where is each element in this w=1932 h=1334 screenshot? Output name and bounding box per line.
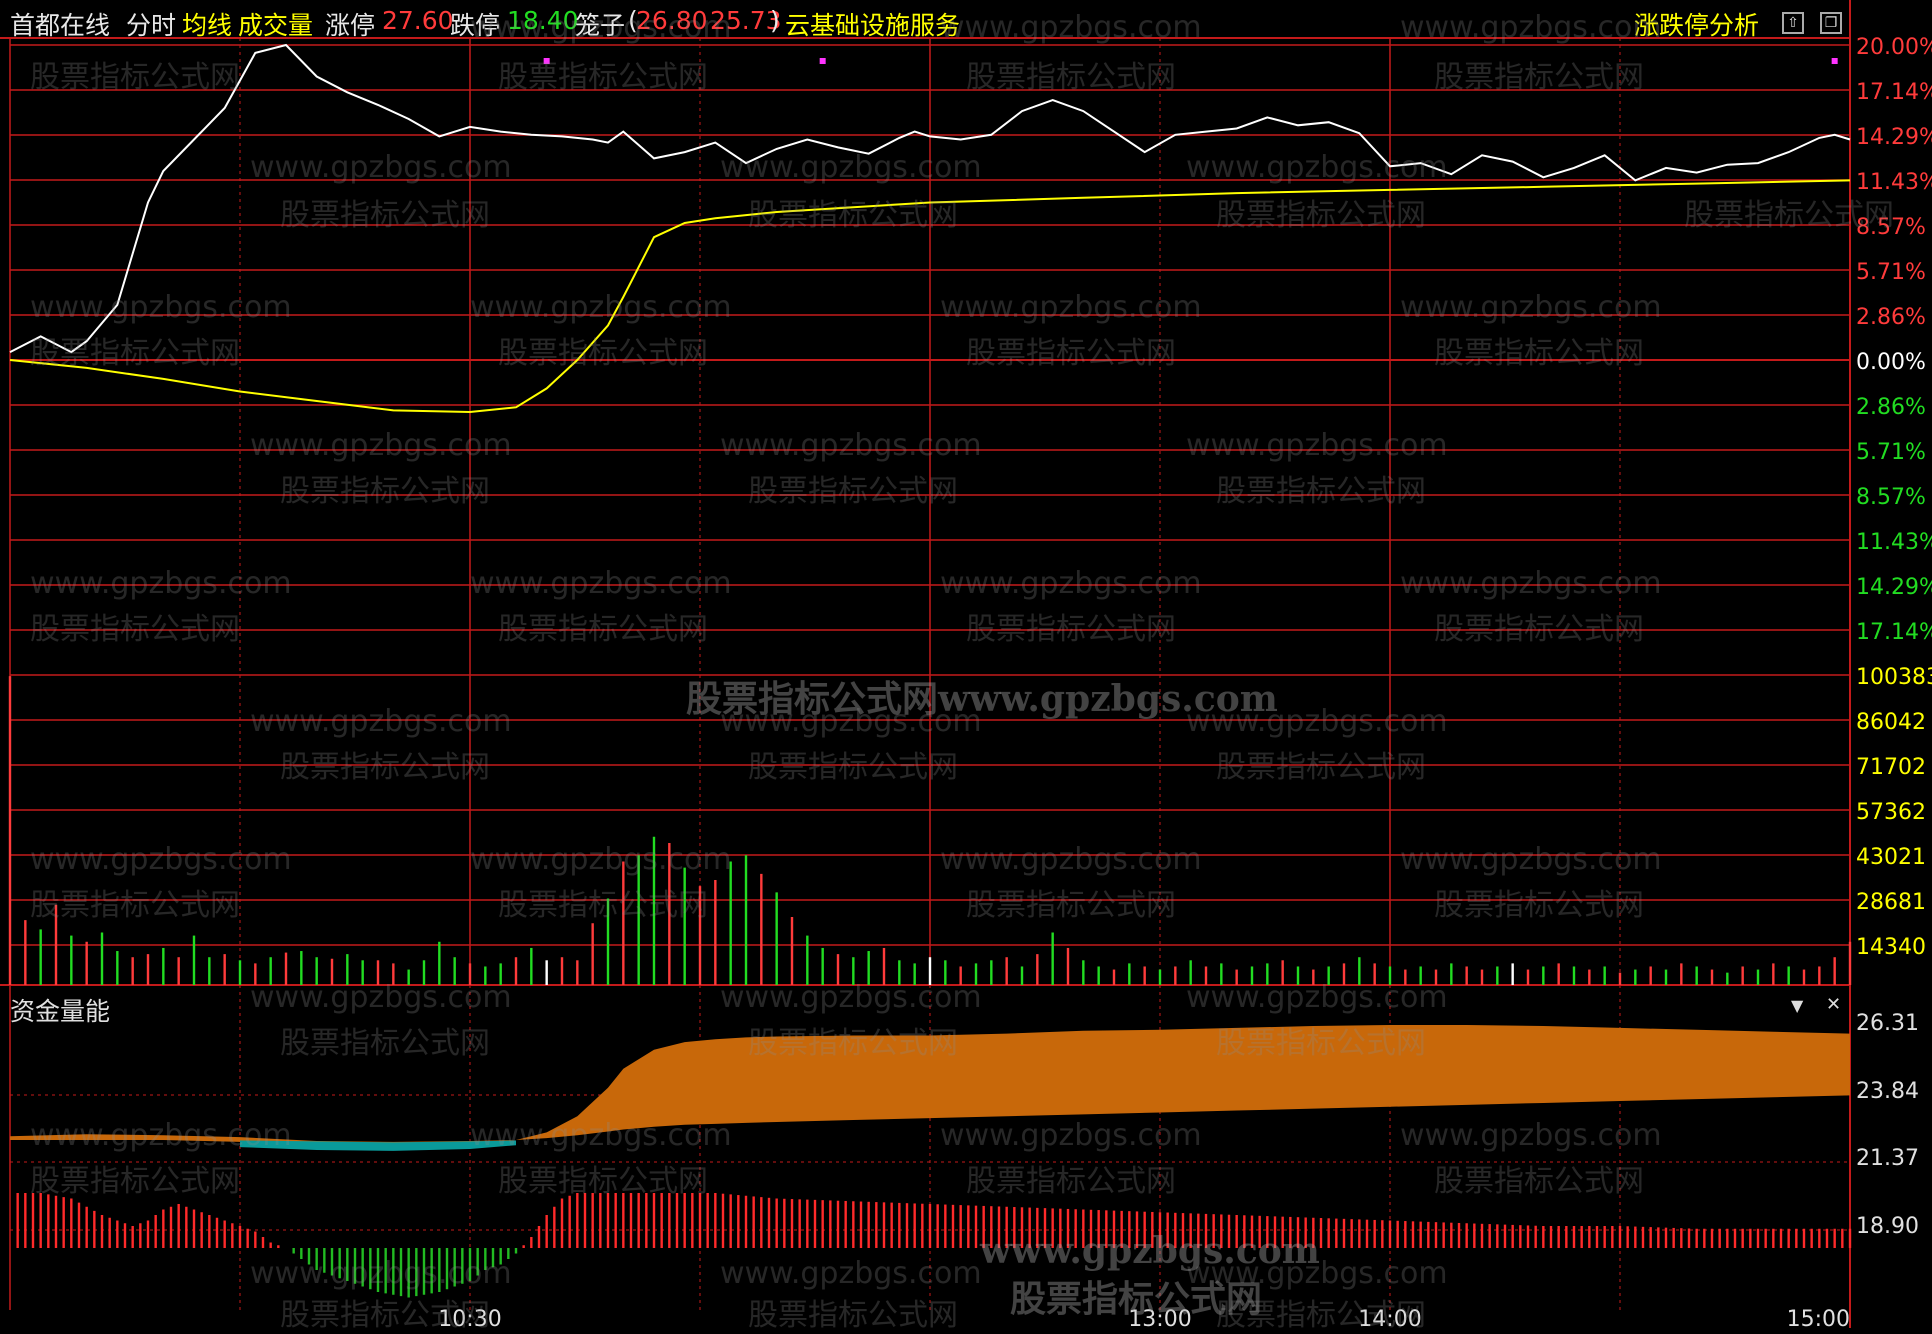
price-axis-label: 8.57%: [1856, 485, 1926, 510]
price-axis-label: 5.71%: [1856, 260, 1926, 285]
time-axis-label: 13:00: [1128, 1307, 1191, 1328]
close-icon[interactable]: ✕: [1826, 994, 1841, 1015]
price-axis-label: 8.57%: [1856, 215, 1926, 240]
volume-axis-label: 43021: [1856, 845, 1926, 870]
volume-label[interactable]: 成交量: [238, 6, 313, 42]
volume-axis-label: 14340: [1856, 935, 1926, 960]
volume-axis-label: 57362: [1856, 800, 1926, 825]
price-axis-label: 5.71%: [1856, 440, 1926, 465]
maximize-icon[interactable]: ❐: [1820, 12, 1842, 34]
mode-label-intraday[interactable]: 分时: [126, 6, 176, 42]
price-axis-label: 17.14%: [1856, 80, 1932, 105]
time-axis-label: 14:00: [1358, 1307, 1421, 1328]
chart-canvas[interactable]: 20.00% 17.14% 14.29% 11.43% 8.57% 5.71% 2.86% 0…: [0, 0, 1932, 1328]
price-axis-label: 20.00%: [1856, 35, 1932, 60]
sector-name[interactable]: 云基础设施服务: [785, 6, 960, 42]
time-axis-label: 15:00: [1787, 1307, 1850, 1328]
volume-axis-label: 71702: [1856, 755, 1926, 780]
limit-up-value: 27.60: [382, 6, 454, 35]
stock-name: 首都在线: [10, 11, 111, 40]
volume-axis-label: 100383: [1856, 665, 1932, 690]
price-axis-label: 14.29%: [1856, 575, 1932, 600]
limit-down-value: 18.40: [507, 6, 579, 35]
limit-marker: [1831, 58, 1838, 64]
limit-marker: [543, 58, 550, 64]
price-axis-label: 11.43%: [1856, 170, 1932, 195]
price-axis-label: 0.00%: [1856, 350, 1926, 375]
cage-close-paren: ): [770, 6, 780, 35]
cage-label: 笼子: [575, 11, 626, 40]
price-axis-label: 11.43%: [1856, 530, 1932, 555]
limit-up-label: 涨停: [325, 11, 376, 40]
volume-axis-label: 28681: [1856, 890, 1926, 915]
indicator-axis-label: 18.90: [1856, 1214, 1919, 1239]
intraday-chart-window[interactable]: 20.00% 17.14% 14.29% 11.43% 8.57% 5.71% 2.86% 0…: [0, 0, 1932, 1333]
limit-down-label: 跌停: [450, 11, 501, 40]
price-axis-label: 2.86%: [1856, 305, 1926, 330]
price-axis-label: 17.14%: [1856, 620, 1932, 645]
indicator-title: 资金量能: [10, 997, 111, 1026]
chevron-down-icon[interactable]: ▼: [1791, 996, 1803, 1015]
limit-analysis-button[interactable]: 涨跌停分析: [1634, 6, 1759, 42]
indicator-axis-label: 23.84: [1856, 1079, 1919, 1104]
volume-axis-label: 86042: [1856, 710, 1926, 735]
limit-marker: [819, 58, 826, 64]
price-axis-label: 2.86%: [1856, 395, 1926, 420]
time-axis-label: 10:30: [438, 1307, 501, 1328]
cage-high-value: 26.80: [636, 6, 708, 35]
indicator-axis-label: 21.37: [1856, 1146, 1919, 1171]
avg-line-label[interactable]: 均线: [182, 6, 232, 42]
scroll-up-icon[interactable]: ⇧: [1782, 12, 1804, 34]
indicator-axis-label: 26.31: [1856, 1011, 1919, 1036]
price-axis-label: 14.29%: [1856, 125, 1932, 150]
